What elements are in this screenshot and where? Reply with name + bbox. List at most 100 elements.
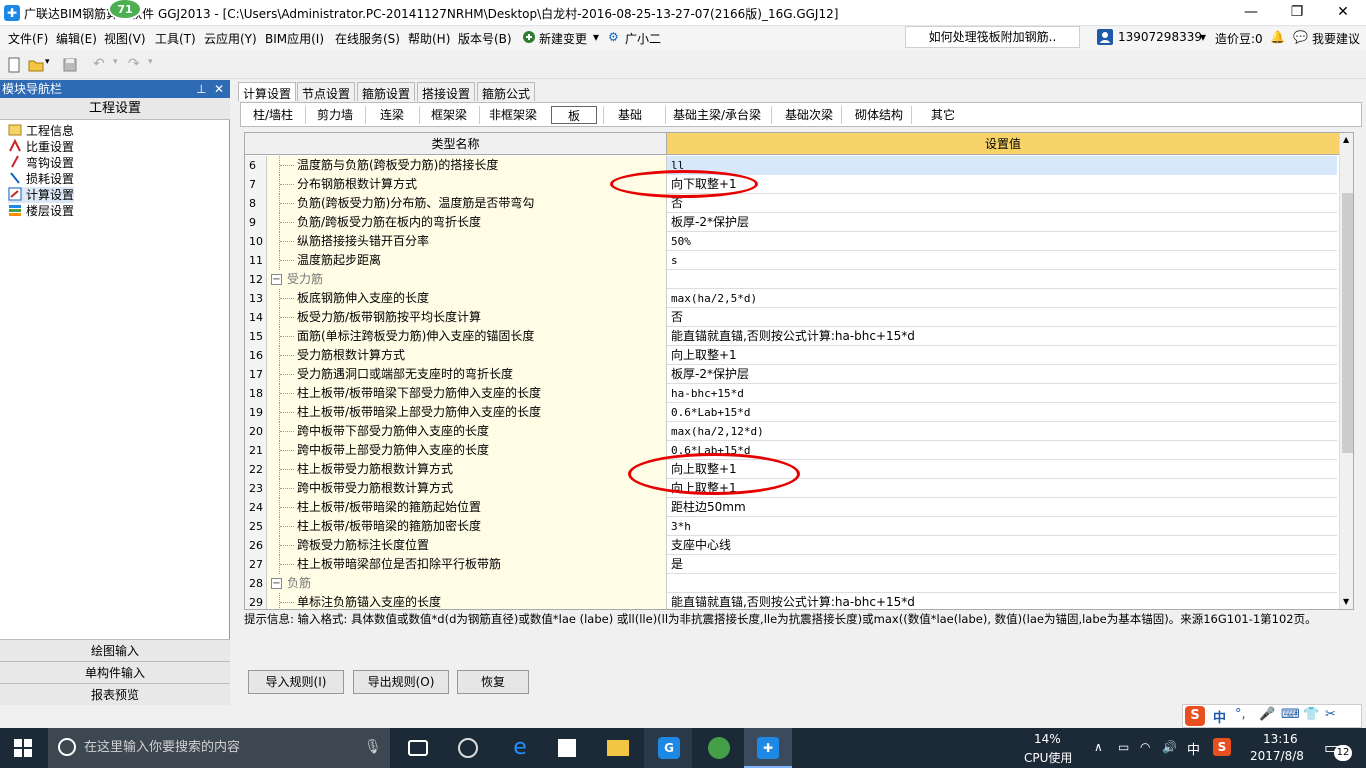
- ime-tools-icon[interactable]: ✂: [1325, 707, 1336, 722]
- group-row[interactable]: 12− 受力筋: [245, 270, 1337, 289]
- explorer-icon[interactable]: [594, 728, 642, 768]
- ime-mode[interactable]: 中: [1213, 707, 1226, 726]
- help-tip-link[interactable]: 如何处理筏板附加钢筋..: [905, 26, 1080, 48]
- tab-nonframe-beam[interactable]: 非框架梁: [481, 106, 545, 124]
- bell-icon[interactable]: 🔔: [1270, 30, 1285, 44]
- menu-assistant[interactable]: 广小二: [625, 30, 661, 47]
- windows-start-icon[interactable]: [14, 739, 32, 760]
- row-value[interactable]: 向上取整+1: [667, 346, 1337, 365]
- taskview-icon[interactable]: [394, 728, 442, 768]
- maximize-button[interactable]: ❐: [1274, 0, 1320, 26]
- tab-node-settings[interactable]: 节点设置: [297, 82, 356, 101]
- redo-icon[interactable]: ↷: [128, 56, 140, 72]
- table-row[interactable]: 14 板受力筋/板带钢筋按平均长度计算 否: [245, 308, 1337, 327]
- volume-icon[interactable]: 🔊: [1162, 740, 1177, 754]
- wifi-icon[interactable]: ◠: [1140, 740, 1150, 754]
- menu-online[interactable]: 在线服务(S): [335, 30, 400, 47]
- row-value[interactable]: 否: [667, 194, 1337, 213]
- table-row[interactable]: 7 分布钢筋根数计算方式 向下取整+1: [245, 175, 1337, 194]
- close-button[interactable]: ✕: [1320, 0, 1366, 26]
- open-folder-icon[interactable]: [28, 57, 44, 73]
- undo-dropdown-icon[interactable]: ▾: [113, 57, 118, 67]
- minimize-button[interactable]: —: [1228, 0, 1274, 26]
- table-row[interactable]: 18 柱上板带/板带暗梁下部受力筋伸入支座的长度 ha-bhc+15*d: [245, 384, 1337, 403]
- open-dropdown-icon[interactable]: ▾: [45, 57, 50, 67]
- sogou-tray-icon[interactable]: S: [1213, 738, 1231, 756]
- tab-masonry[interactable]: 砌体结构: [843, 106, 915, 124]
- redo-dropdown-icon[interactable]: ▾: [148, 57, 153, 67]
- tab-stirrup-settings[interactable]: 箍筋设置: [357, 82, 416, 101]
- table-row[interactable]: 19 柱上板带/板带暗梁上部受力筋伸入支座的长度 0.6*Lab+15*d: [245, 403, 1337, 422]
- menu-version[interactable]: 版本号(B): [458, 30, 512, 47]
- collapse-toggle-icon[interactable]: −: [271, 274, 282, 285]
- table-row[interactable]: 29 单标注负筋锚入支座的长度 能直锚就直锚,否则按公式计算:ha-bhc+15*d: [245, 593, 1337, 609]
- row-value[interactable]: max(ha/2,5*d): [667, 289, 1337, 308]
- collapse-toggle-icon[interactable]: −: [271, 578, 282, 589]
- new-file-icon[interactable]: [6, 57, 22, 73]
- table-row[interactable]: 21 跨中板带上部受力筋伸入支座的长度 0.6*Lab+15*d: [245, 441, 1337, 460]
- row-value[interactable]: 能直锚就直锚,否则按公式计算:ha-bhc+15*d: [667, 593, 1337, 609]
- keyboard-icon[interactable]: ⌨: [1281, 707, 1300, 722]
- dropdown-arrow-icon[interactable]: ▾: [593, 30, 599, 44]
- tab-shear-wall[interactable]: 剪力墙: [307, 106, 363, 124]
- menu-cloud[interactable]: 云应用(Y): [204, 30, 257, 47]
- save-icon[interactable]: [62, 57, 78, 73]
- row-value[interactable]: 板厚-2*保护层: [667, 365, 1337, 384]
- row-value[interactable]: 0.6*Lab+15*d: [667, 403, 1337, 422]
- row-value[interactable]: 距柱边50mm: [667, 498, 1337, 517]
- row-value[interactable]: ll: [667, 156, 1337, 175]
- cortana-icon[interactable]: [58, 738, 76, 756]
- table-row[interactable]: 15 面筋(单标注跨板受力筋)伸入支座的锚固长度 能直锚就直锚,否则按公式计算:ha…: [245, 327, 1337, 346]
- row-value[interactable]: 向下取整+1: [667, 175, 1337, 194]
- scroll-down-icon[interactable]: ▼: [1343, 597, 1349, 606]
- tab-lap-settings[interactable]: 搭接设置: [417, 82, 476, 101]
- tab-frame-beam[interactable]: 框架梁: [421, 106, 477, 124]
- export-rules-button[interactable]: 导出规则(O): [353, 670, 449, 694]
- user-dropdown-icon[interactable]: ▾: [1200, 30, 1206, 44]
- clock-date[interactable]: 2017/8/8: [1250, 749, 1304, 763]
- scroll-thumb[interactable]: [1342, 193, 1353, 453]
- table-row[interactable]: 13 板底钢筋伸入支座的长度 max(ha/2,5*d): [245, 289, 1337, 308]
- table-row[interactable]: 17 受力筋遇洞口或端部无支座时的弯折长度 板厚-2*保护层: [245, 365, 1337, 384]
- ime-logo-icon[interactable]: S: [1185, 706, 1205, 726]
- row-value[interactable]: 能直锚就直锚,否则按公式计算:ha-bhc+15*d: [667, 327, 1337, 346]
- edge-icon[interactable]: e: [496, 728, 544, 768]
- row-value[interactable]: 板厚-2*保护层: [667, 213, 1337, 232]
- restore-button[interactable]: 恢复: [457, 670, 529, 694]
- table-row[interactable]: 9 负筋/跨板受力筋在板内的弯折长度 板厚-2*保护层: [245, 213, 1337, 232]
- nav-close-icon[interactable]: ✕: [214, 80, 224, 98]
- ime-language-indicator[interactable]: 中: [1187, 739, 1200, 758]
- mic-search-icon[interactable]: 🎙: [364, 739, 382, 755]
- user-phone[interactable]: 13907298339: [1118, 30, 1202, 44]
- skin-icon[interactable]: 👕: [1303, 707, 1319, 722]
- nav-component-input[interactable]: 单构件输入: [0, 661, 230, 683]
- nav-item-floor[interactable]: 楼层设置: [8, 203, 74, 219]
- nav-item-hook[interactable]: 弯钩设置: [8, 155, 74, 171]
- tray-expand-icon[interactable]: ∧: [1094, 740, 1103, 754]
- row-value[interactable]: s: [667, 251, 1337, 270]
- suggest-link[interactable]: 我要建议: [1312, 30, 1360, 47]
- app-browser-icon[interactable]: [444, 728, 492, 768]
- menu-bim[interactable]: BIM应用(I): [265, 30, 324, 47]
- menu-edit[interactable]: 编辑(E): [56, 30, 97, 47]
- import-rules-button[interactable]: 导入规则(I): [248, 670, 344, 694]
- row-value[interactable]: ha-bhc+15*d: [667, 384, 1337, 403]
- row-value[interactable]: 否: [667, 308, 1337, 327]
- menu-view[interactable]: 视图(V): [104, 30, 146, 47]
- nav-item-weight[interactable]: 比重设置: [8, 138, 74, 155]
- tab-foundation[interactable]: 基础: [605, 106, 655, 124]
- table-row[interactable]: 26 跨板受力筋标注长度位置 支座中心线: [245, 536, 1337, 555]
- tab-column[interactable]: 柱/墙柱: [243, 106, 303, 124]
- table-row[interactable]: 25 柱上板带/板带暗梁的箍筋加密长度 3*h: [245, 517, 1337, 536]
- column-header-value[interactable]: 设置值: [667, 133, 1339, 155]
- column-header-name[interactable]: 类型名称: [245, 133, 667, 155]
- menu-tools[interactable]: 工具(T): [155, 30, 196, 47]
- clock-time[interactable]: 13:16: [1263, 732, 1298, 746]
- tab-foundation-main-beam[interactable]: 基础主梁/承台梁: [667, 106, 767, 124]
- nav-section-title[interactable]: 工程设置: [0, 98, 230, 120]
- tab-slab[interactable]: 板: [551, 106, 597, 124]
- network-icon[interactable]: ▭: [1118, 740, 1129, 754]
- row-value[interactable]: max(ha/2,12*d): [667, 422, 1337, 441]
- tab-coupling-beam[interactable]: 连梁: [367, 106, 417, 124]
- table-row[interactable]: 8 负筋(跨板受力筋)分布筋、温度筋是否带弯勾 否: [245, 194, 1337, 213]
